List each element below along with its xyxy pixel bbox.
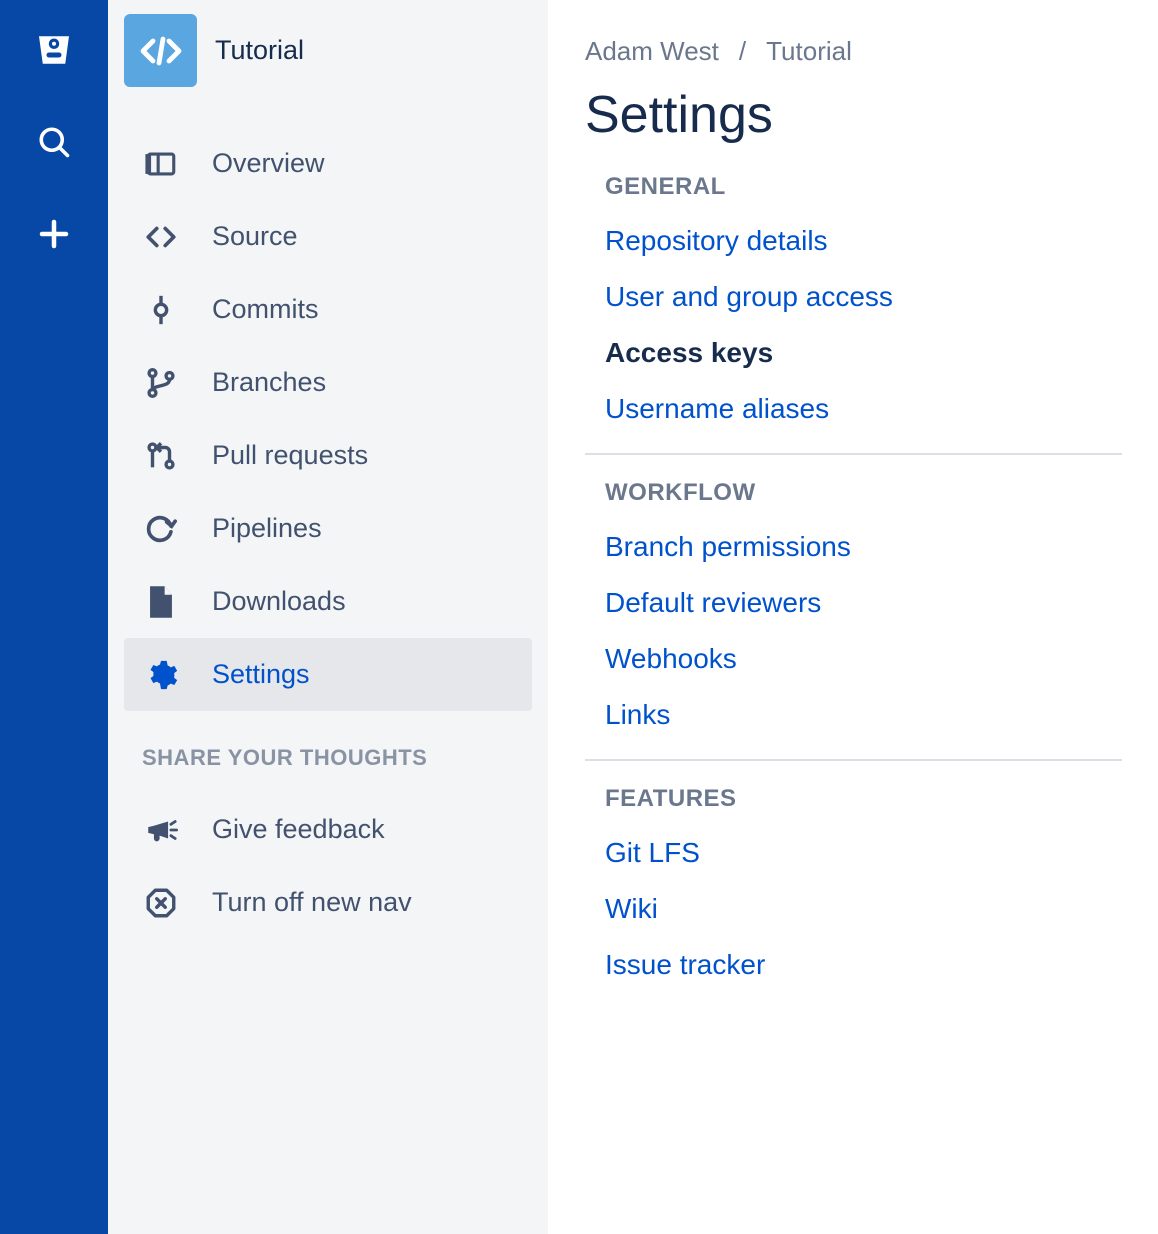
sidebar-item-label: Commits: [212, 294, 319, 325]
breadcrumb-owner[interactable]: Adam West: [585, 36, 719, 67]
sidebar-thoughts-list: Give feedback Turn off new nav: [124, 793, 532, 939]
breadcrumb-repo[interactable]: Tutorial: [766, 36, 852, 67]
settings-link-repository-details[interactable]: Repository details: [585, 213, 1122, 269]
settings-group-heading-general: GENERAL: [585, 173, 1122, 201]
sidebar-item-turn-off-nav[interactable]: Turn off new nav: [124, 866, 532, 939]
sidebar-item-label: Source: [212, 221, 298, 252]
repo-header[interactable]: Tutorial: [124, 14, 532, 105]
sidebar-item-label: Overview: [212, 148, 325, 179]
settings-link-git-lfs[interactable]: Git LFS: [585, 825, 1122, 881]
settings-link-branch-permissions[interactable]: Branch permissions: [585, 519, 1122, 575]
breadcrumb-separator: /: [739, 36, 746, 67]
overview-icon: [144, 147, 178, 181]
sidebar-item-label: Branches: [212, 367, 326, 398]
sidebar-item-source[interactable]: Source: [124, 200, 532, 273]
sidebar-item-overview[interactable]: Overview: [124, 127, 532, 200]
settings-icon: [144, 658, 178, 692]
create-icon[interactable]: [32, 212, 76, 256]
cancel-octagon-icon: [144, 886, 178, 920]
sidebar-item-branches[interactable]: Branches: [124, 346, 532, 419]
settings-group-heading-workflow: WORKFLOW: [585, 479, 1122, 507]
settings-link-username-aliases[interactable]: Username aliases: [585, 381, 1122, 437]
sidebar-section-heading: SHARE YOUR THOUGHTS: [142, 745, 532, 771]
settings-group-workflow: Branch permissions Default reviewers Web…: [585, 519, 1122, 743]
sidebar-item-label: Settings: [212, 659, 310, 690]
settings-link-default-reviewers[interactable]: Default reviewers: [585, 575, 1122, 631]
settings-group-general: Repository details User and group access…: [585, 213, 1122, 437]
sidebar-item-give-feedback[interactable]: Give feedback: [124, 793, 532, 866]
group-divider: [585, 759, 1122, 761]
settings-link-user-group-access[interactable]: User and group access: [585, 269, 1122, 325]
commits-icon: [144, 293, 178, 327]
page-title: Settings: [585, 85, 1122, 145]
settings-group-features: Git LFS Wiki Issue tracker: [585, 825, 1122, 993]
source-icon: [144, 220, 178, 254]
settings-group-heading-features: FEATURES: [585, 785, 1122, 813]
pipelines-icon: [144, 512, 178, 546]
group-divider: [585, 453, 1122, 455]
main-content: Adam West / Tutorial Settings GENERAL Re…: [549, 0, 1158, 1234]
settings-link-access-keys[interactable]: Access keys: [585, 325, 1122, 381]
sidebar-item-settings[interactable]: Settings: [124, 638, 532, 711]
breadcrumb: Adam West / Tutorial: [585, 36, 1122, 67]
global-nav-rail: [0, 0, 108, 1234]
sidebar-item-label: Pipelines: [212, 513, 322, 544]
bitbucket-logo-icon[interactable]: [32, 28, 76, 72]
settings-link-webhooks[interactable]: Webhooks: [585, 631, 1122, 687]
sidebar-item-pipelines[interactable]: Pipelines: [124, 492, 532, 565]
search-icon[interactable]: [32, 120, 76, 164]
branches-icon: [144, 366, 178, 400]
sidebar-nav: Overview Source Commits: [124, 127, 532, 711]
sidebar-item-label: Turn off new nav: [212, 887, 412, 918]
megaphone-icon: [144, 813, 178, 847]
sidebar-item-label: Downloads: [212, 586, 346, 617]
downloads-icon: [144, 585, 178, 619]
repo-sidebar: Tutorial Overview Source: [108, 0, 549, 1234]
sidebar-item-pull-requests[interactable]: Pull requests: [124, 419, 532, 492]
settings-link-links[interactable]: Links: [585, 687, 1122, 743]
sidebar-item-label: Pull requests: [212, 440, 368, 471]
settings-link-wiki[interactable]: Wiki: [585, 881, 1122, 937]
repo-avatar-icon: [124, 14, 197, 87]
sidebar-item-label: Give feedback: [212, 814, 385, 845]
repo-title: Tutorial: [215, 35, 304, 66]
sidebar-item-downloads[interactable]: Downloads: [124, 565, 532, 638]
settings-link-issue-tracker[interactable]: Issue tracker: [585, 937, 1122, 993]
pull-requests-icon: [144, 439, 178, 473]
sidebar-item-commits[interactable]: Commits: [124, 273, 532, 346]
